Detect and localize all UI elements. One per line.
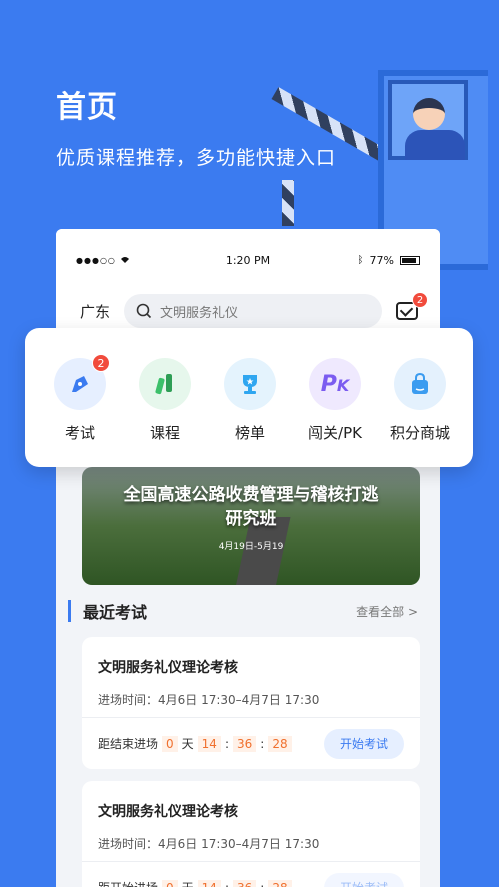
exam-title: 文明服务礼仪理论考核	[98, 804, 238, 820]
countdown-days: 0	[162, 879, 178, 887]
countdown-minutes: 36	[233, 735, 257, 752]
exam-card[interactable]: 文明服务礼仪理论考核 进场时间：4月6日 17:30–4月7日 17:30 距开…	[82, 781, 420, 887]
exam-badge: 2	[92, 354, 110, 372]
shopping-bag-icon	[394, 358, 446, 410]
menu-label: 课程	[149, 424, 180, 442]
exam-card[interactable]: 文明服务礼仪理论考核 进场时间：4月6日 17:30–4月7日 17:30 距结…	[82, 637, 420, 769]
battery-icon	[400, 255, 420, 265]
person-illustration	[413, 98, 445, 130]
countdown-seconds: 28	[268, 879, 292, 887]
countdown-label: 距开始进场	[98, 879, 158, 887]
person-body-illustration	[405, 130, 465, 160]
view-all-link[interactable]: 查看全部 >	[356, 603, 418, 620]
countdown-hours: 14	[197, 879, 221, 887]
section-accent-bar	[68, 600, 71, 622]
banner-title-line2: 研究班	[225, 509, 277, 529]
countdown-seconds: 28	[268, 735, 292, 752]
search-input[interactable]: 文明服务礼仪	[124, 294, 383, 328]
mail-badge: 2	[412, 292, 429, 308]
exam-countdown-row: 距结束进场 0 天 14: 36: 28 开始考试	[82, 717, 420, 769]
course-book-icon	[139, 358, 191, 410]
exam-title: 文明服务礼仪理论考核	[98, 660, 238, 676]
exam-pen-icon: 2	[54, 354, 110, 410]
barrier-post-decoration	[282, 180, 294, 226]
countdown-hours: 14	[197, 735, 221, 752]
banner-title: 全国高速公路收费管理与稽核打逃 研究班	[82, 483, 420, 531]
status-time: 1:20 PM	[225, 253, 271, 267]
menu-item-pk[interactable]: PK 闯关/PK	[296, 358, 374, 467]
city-selector[interactable]: 广东	[80, 301, 110, 322]
menu-label: 闯关/PK	[308, 424, 362, 442]
quick-menu: 2 考试 课程 榜单 PK 闯关/PK 积分商城	[25, 328, 473, 467]
banner-title-line1: 全国高速公路收费管理与稽核打逃	[123, 485, 379, 505]
search-bar: 广东 文明服务礼仪 2	[56, 291, 440, 331]
menu-item-exam[interactable]: 2 考试	[41, 354, 119, 467]
status-bar: ●●●○○ 1:20 PM ᛒ 77%	[56, 229, 440, 291]
countdown-label: 距结束进场	[98, 737, 159, 751]
mail-icon[interactable]: 2	[396, 292, 429, 320]
search-placeholder: 文明服务礼仪	[160, 305, 239, 321]
menu-item-ranking[interactable]: 榜单	[211, 358, 289, 467]
menu-item-mall[interactable]: 积分商城	[381, 358, 459, 467]
trophy-icon	[224, 358, 276, 410]
exam-countdown-row: 距开始进场 0 天 14: 36: 28 开始考试	[82, 861, 420, 887]
exam-time: 进场时间：4月6日 17:30–4月7日 17:30	[98, 837, 320, 851]
countdown-day-unit: 天	[181, 737, 194, 751]
page-title: 首页	[56, 90, 118, 125]
search-icon	[136, 303, 152, 319]
recent-exams-header: 最近考试 查看全部 >	[68, 599, 418, 623]
section-title: 最近考试	[83, 603, 148, 622]
menu-label: 榜单	[234, 424, 265, 442]
countdown-day-unit: 天	[182, 879, 194, 887]
menu-label: 积分商城	[389, 424, 450, 442]
countdown-minutes: 36	[233, 879, 257, 887]
pk-icon: PK	[309, 358, 361, 410]
menu-item-course[interactable]: 课程	[126, 358, 204, 467]
start-exam-button[interactable]: 开始考试	[324, 728, 404, 759]
menu-label: 考试	[64, 424, 95, 442]
exam-time: 进场时间：4月6日 17:30–4月7日 17:30	[98, 693, 320, 707]
page-subtitle: 优质课程推荐，多功能快捷入口	[56, 147, 337, 169]
banner-date: 4月19日-5月19	[218, 542, 284, 552]
countdown-days: 0	[162, 735, 178, 752]
start-exam-button[interactable]: 开始考试	[324, 872, 404, 887]
course-banner[interactable]: 全国高速公路收费管理与稽核打逃 研究班 4月19日-5月19	[82, 467, 420, 585]
